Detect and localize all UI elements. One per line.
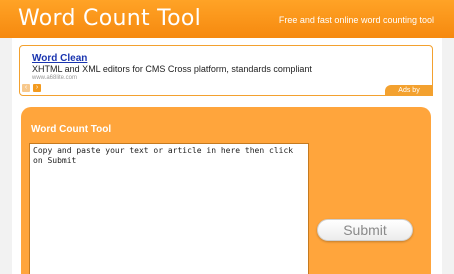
site-tagline: Free and fast online word counting tool bbox=[278, 15, 434, 25]
word-count-panel: Word Count Tool Copy and paste your text… bbox=[21, 107, 431, 274]
ad-title-link[interactable]: Word Clean bbox=[32, 53, 87, 64]
ad-prev-icon[interactable]: ‹ bbox=[22, 84, 30, 92]
ad-next-icon[interactable]: › bbox=[33, 84, 41, 92]
article-textarea[interactable]: Copy and paste your text or article in h… bbox=[29, 143, 309, 274]
submit-button[interactable]: Submit bbox=[317, 219, 413, 241]
tool-title: Word Count Tool bbox=[31, 124, 112, 135]
ads-by-brand: Google bbox=[395, 97, 423, 106]
ad-banner[interactable]: Word Clean XHTML and XML editors for CMS… bbox=[19, 45, 433, 106]
ads-by-google-badge[interactable]: Ads by Google bbox=[385, 85, 433, 106]
ad-description: XHTML and XML editors for CMS Cross plat… bbox=[32, 64, 312, 74]
site-header: Word Count Tool Free and fast online wor… bbox=[0, 0, 454, 38]
site-title: Word Count Tool bbox=[18, 6, 202, 31]
ad-url: www.a68lite.com bbox=[32, 75, 78, 81]
ads-by-prefix: Ads by bbox=[398, 87, 420, 94]
